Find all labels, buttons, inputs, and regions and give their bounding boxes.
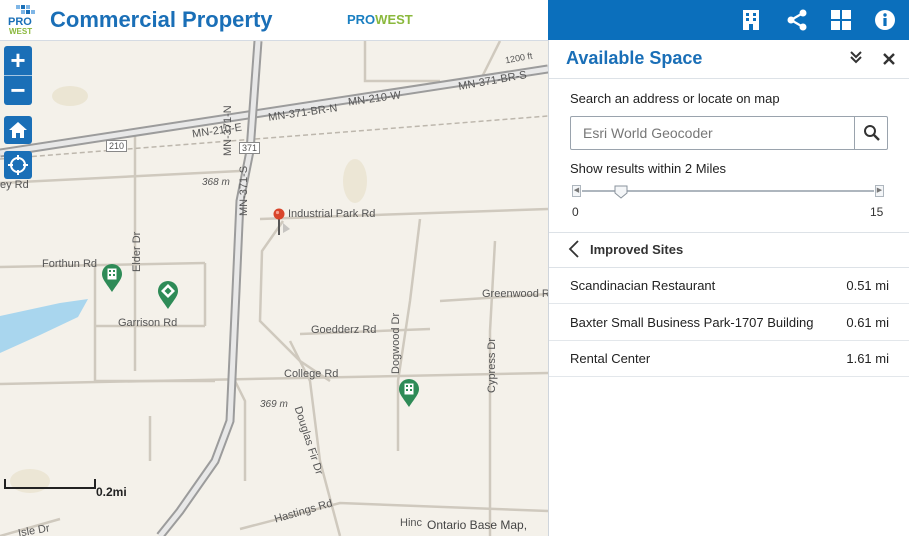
panel-title: Available Space [566,48,703,68]
shield-371: 371 [239,142,261,154]
search-label: Search an address or locate on map [570,91,780,106]
result-distance: 1.61 mi [846,351,889,366]
building-marker-icon[interactable] [101,263,123,293]
zoom-control: + − [4,45,32,105]
slider-thumb[interactable] [614,185,628,199]
close-icon [883,53,895,65]
label-hinc: Hinc [400,517,423,529]
map-attribution: Ontario Base Map, [427,518,528,532]
brand-pro: PRO [347,12,376,27]
close-button[interactable] [882,47,896,71]
locate-icon [8,155,28,175]
restaurant-marker-icon[interactable] [157,280,179,310]
label-ey-rd: ey Rd [0,179,29,191]
label-cypress-dr: Cypress Dr [486,337,498,393]
scale-label: 0.2mi [96,485,127,499]
result-name: Rental Center [570,351,651,366]
result-distance: 0.61 mi [846,315,889,330]
prowest-logo: PRO WEST [6,4,38,36]
location-pin-icon[interactable] [272,207,290,237]
result-item[interactable]: Baxter Small Business Park-1707 Building… [549,304,909,341]
scale-bar: 0.2mi [4,479,127,499]
building-icon[interactable] [737,6,765,34]
building-marker-icon-2[interactable] [398,378,420,408]
search-icon [863,125,880,141]
label-dogwood-dr: Dogwood Dr [390,312,402,374]
label-elder-dr: Elder Dr [131,231,143,272]
scale-bar-line [4,479,96,489]
slider-max-label: 15 [870,205,884,219]
result-name: Scandinacian Restaurant [570,278,716,293]
available-space-panel: Available Space Search an address or loc… [548,40,909,536]
collapse-button[interactable] [847,48,865,66]
label-368m: 368 m [202,177,230,188]
radius-slider[interactable]: ◀ ▶ [570,184,886,199]
slider-left-cap: ◀ [572,185,581,197]
improved-sites-header[interactable]: Improved Sites [549,232,909,268]
search-button[interactable] [854,117,888,149]
panel-header: Available Space [549,40,909,79]
shield-210: 210 [106,140,128,152]
share-icon[interactable] [783,6,811,34]
label-mn-371-n: MN-371-N [222,105,234,156]
search-input[interactable] [571,117,853,149]
brand-west: WEST [375,12,413,27]
section-title: Improved Sites [590,242,684,257]
zoom-out-button[interactable]: − [4,75,32,105]
home-button[interactable] [4,116,32,144]
search-box [570,116,888,150]
label-mn-371-s: MN-371-S [238,165,250,216]
home-icon [9,122,27,138]
water-area [0,299,88,353]
chevron-left-icon[interactable] [567,239,581,259]
radius-label: Show results within 2 Miles [570,161,727,176]
label-college-rd: College Rd [284,368,339,380]
label-369m: 369 m [260,399,288,410]
logo-text-west: WEST [9,27,32,36]
top-toolbar [548,0,909,40]
result-distance: 0.51 mi [846,278,889,293]
double-chevron-down-icon [850,51,862,64]
info-icon[interactable] [871,6,899,34]
app-title: Commercial Property [50,7,273,32]
label-goedderz-rd: Goedderz Rd [311,324,377,336]
zoom-divider [4,75,32,76]
result-item[interactable]: Rental Center 1.61 mi [549,340,909,377]
label-garrison-rd: Garrison Rd [118,317,178,329]
label-forthun-rd: Forthun Rd [42,258,98,270]
label-industrial-park-rd: Industrial Park Rd [288,208,376,220]
locate-button[interactable] [4,151,32,179]
brand-name: PROWEST [347,12,413,27]
zoom-in-button[interactable]: + [4,45,32,75]
slider-min-label: 0 [572,205,579,219]
label-greenwood-rd: Greenwood Rd [482,288,548,300]
slider-right-cap: ▶ [875,185,884,197]
map-view[interactable]: ey Rd MN-210-E MN-371-N MN-371-BR-N MN-2… [0,41,548,536]
result-item[interactable]: Scandinacian Restaurant 0.51 mi [549,267,909,304]
result-name: Baxter Small Business Park-1707 Building [570,315,814,330]
grid-icon[interactable] [827,6,855,34]
